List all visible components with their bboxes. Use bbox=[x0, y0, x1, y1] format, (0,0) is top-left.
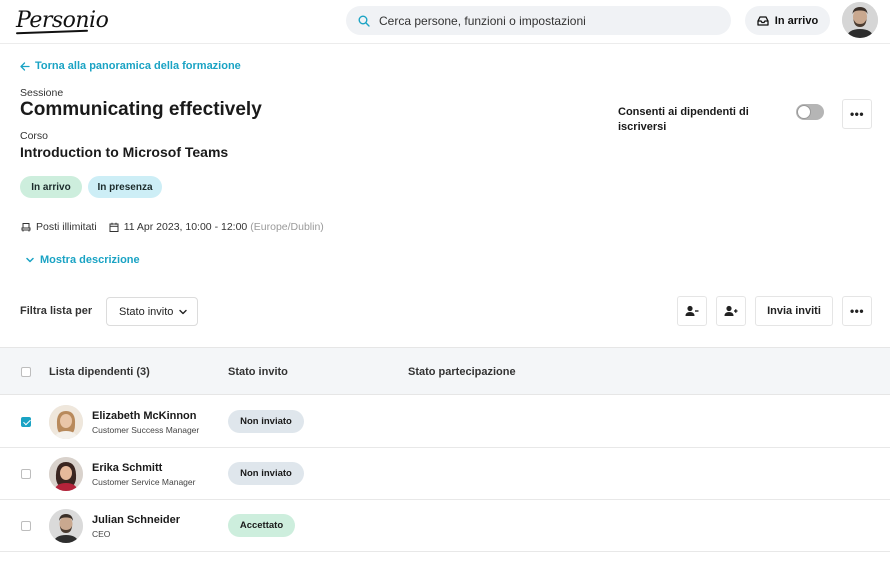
status-badge-in-person: In presenza bbox=[88, 176, 162, 198]
row-checkbox[interactable] bbox=[21, 521, 31, 531]
inbox-icon bbox=[757, 15, 769, 26]
select-all-checkbox[interactable] bbox=[21, 367, 31, 377]
invite-status-badge: Accettato bbox=[228, 514, 295, 537]
row-checkbox[interactable] bbox=[21, 417, 31, 427]
row-checkbox[interactable] bbox=[21, 469, 31, 479]
seat-icon bbox=[21, 223, 31, 232]
table-row[interactable]: Elizabeth McKinnon Customer Success Mana… bbox=[0, 396, 890, 448]
course-label: Corso bbox=[20, 130, 49, 142]
employee-role: Customer Service Manager bbox=[92, 477, 196, 487]
employee-name: Julian Schneider bbox=[92, 514, 181, 526]
employee-role: CEO bbox=[92, 529, 111, 539]
inbox-button[interactable]: In arrivo bbox=[745, 6, 830, 35]
back-link-label: Torna alla panoramica della formazione bbox=[35, 60, 241, 72]
column-header-employees[interactable]: Lista dipendenti (3) bbox=[49, 366, 150, 378]
employee-role: Customer Success Manager bbox=[92, 425, 200, 435]
filter-selected-value: Stato invito bbox=[119, 305, 174, 318]
calendar-icon bbox=[109, 222, 119, 232]
avatar bbox=[49, 509, 83, 543]
user-avatar[interactable] bbox=[842, 2, 878, 38]
seats-text: Posti illimitati bbox=[36, 221, 97, 233]
inbox-label: In arrivo bbox=[774, 14, 819, 27]
employee-name: Erika Schmitt bbox=[92, 462, 163, 474]
session-timezone: (Europe/Dublin) bbox=[250, 221, 324, 233]
session-datetime: 11 Apr 2023, 10:00 - 12:00 bbox=[123, 221, 248, 233]
toggle-knob bbox=[797, 105, 811, 119]
search-icon bbox=[358, 15, 370, 27]
search-input[interactable] bbox=[379, 13, 699, 28]
send-invites-button[interactable]: Invia inviti bbox=[755, 296, 833, 326]
allow-signup-toggle[interactable] bbox=[796, 104, 824, 120]
employee-name: Elizabeth McKinnon bbox=[92, 410, 197, 422]
course-name: Introduction to Microsof Teams bbox=[20, 144, 229, 160]
session-label: Sessione bbox=[20, 87, 64, 99]
personio-logo[interactable]: Personio bbox=[16, 8, 109, 33]
back-to-training-overview-link[interactable]: Torna alla panoramica della formazione bbox=[20, 60, 241, 72]
remove-participant-button[interactable] bbox=[677, 296, 707, 326]
chevron-down-icon bbox=[179, 309, 188, 314]
show-description-label: Mostra descrizione bbox=[40, 254, 140, 266]
filter-label: Filtra lista per bbox=[20, 305, 93, 317]
column-header-participation-status[interactable]: Stato partecipazione bbox=[408, 366, 516, 378]
list-more-options-button[interactable]: ••• bbox=[842, 296, 872, 326]
top-bar: Personio In arrivo bbox=[0, 0, 890, 44]
global-search[interactable] bbox=[346, 6, 731, 35]
invite-status-badge: Non inviato bbox=[228, 410, 304, 433]
chevron-down-icon bbox=[26, 257, 34, 263]
session-meta: Posti illimitati 11 Apr 2023, 10:00 - 12… bbox=[21, 221, 324, 233]
session-title: Communicating effectively bbox=[20, 99, 262, 120]
column-header-invite-status[interactable]: Stato invito bbox=[228, 366, 288, 378]
add-participant-button[interactable] bbox=[716, 296, 746, 326]
filter-dropdown[interactable]: Stato invito bbox=[106, 297, 198, 326]
table-row[interactable]: Erika Schmitt Customer Service Manager N… bbox=[0, 448, 890, 500]
session-more-options-button[interactable]: ••• bbox=[842, 99, 872, 129]
invite-status-badge: Non inviato bbox=[228, 462, 304, 485]
employee-table-header: Lista dipendenti (3) Stato invito Stato … bbox=[0, 347, 890, 395]
avatar bbox=[49, 457, 83, 491]
status-badge-upcoming: In arrivo bbox=[20, 176, 82, 198]
user-plus-icon bbox=[724, 305, 738, 316]
allow-signup-label: Consenti ai dipendenti di iscriversi bbox=[618, 106, 749, 133]
user-avatar-image bbox=[842, 2, 878, 38]
avatar bbox=[49, 405, 83, 439]
table-row[interactable]: Julian Schneider CEO Accettato bbox=[0, 500, 890, 552]
arrow-left-icon bbox=[20, 61, 30, 71]
more-dots-icon: ••• bbox=[849, 107, 865, 121]
user-minus-icon bbox=[685, 305, 699, 316]
show-description-toggle[interactable]: Mostra descrizione bbox=[26, 254, 140, 266]
more-dots-icon: ••• bbox=[849, 304, 865, 318]
